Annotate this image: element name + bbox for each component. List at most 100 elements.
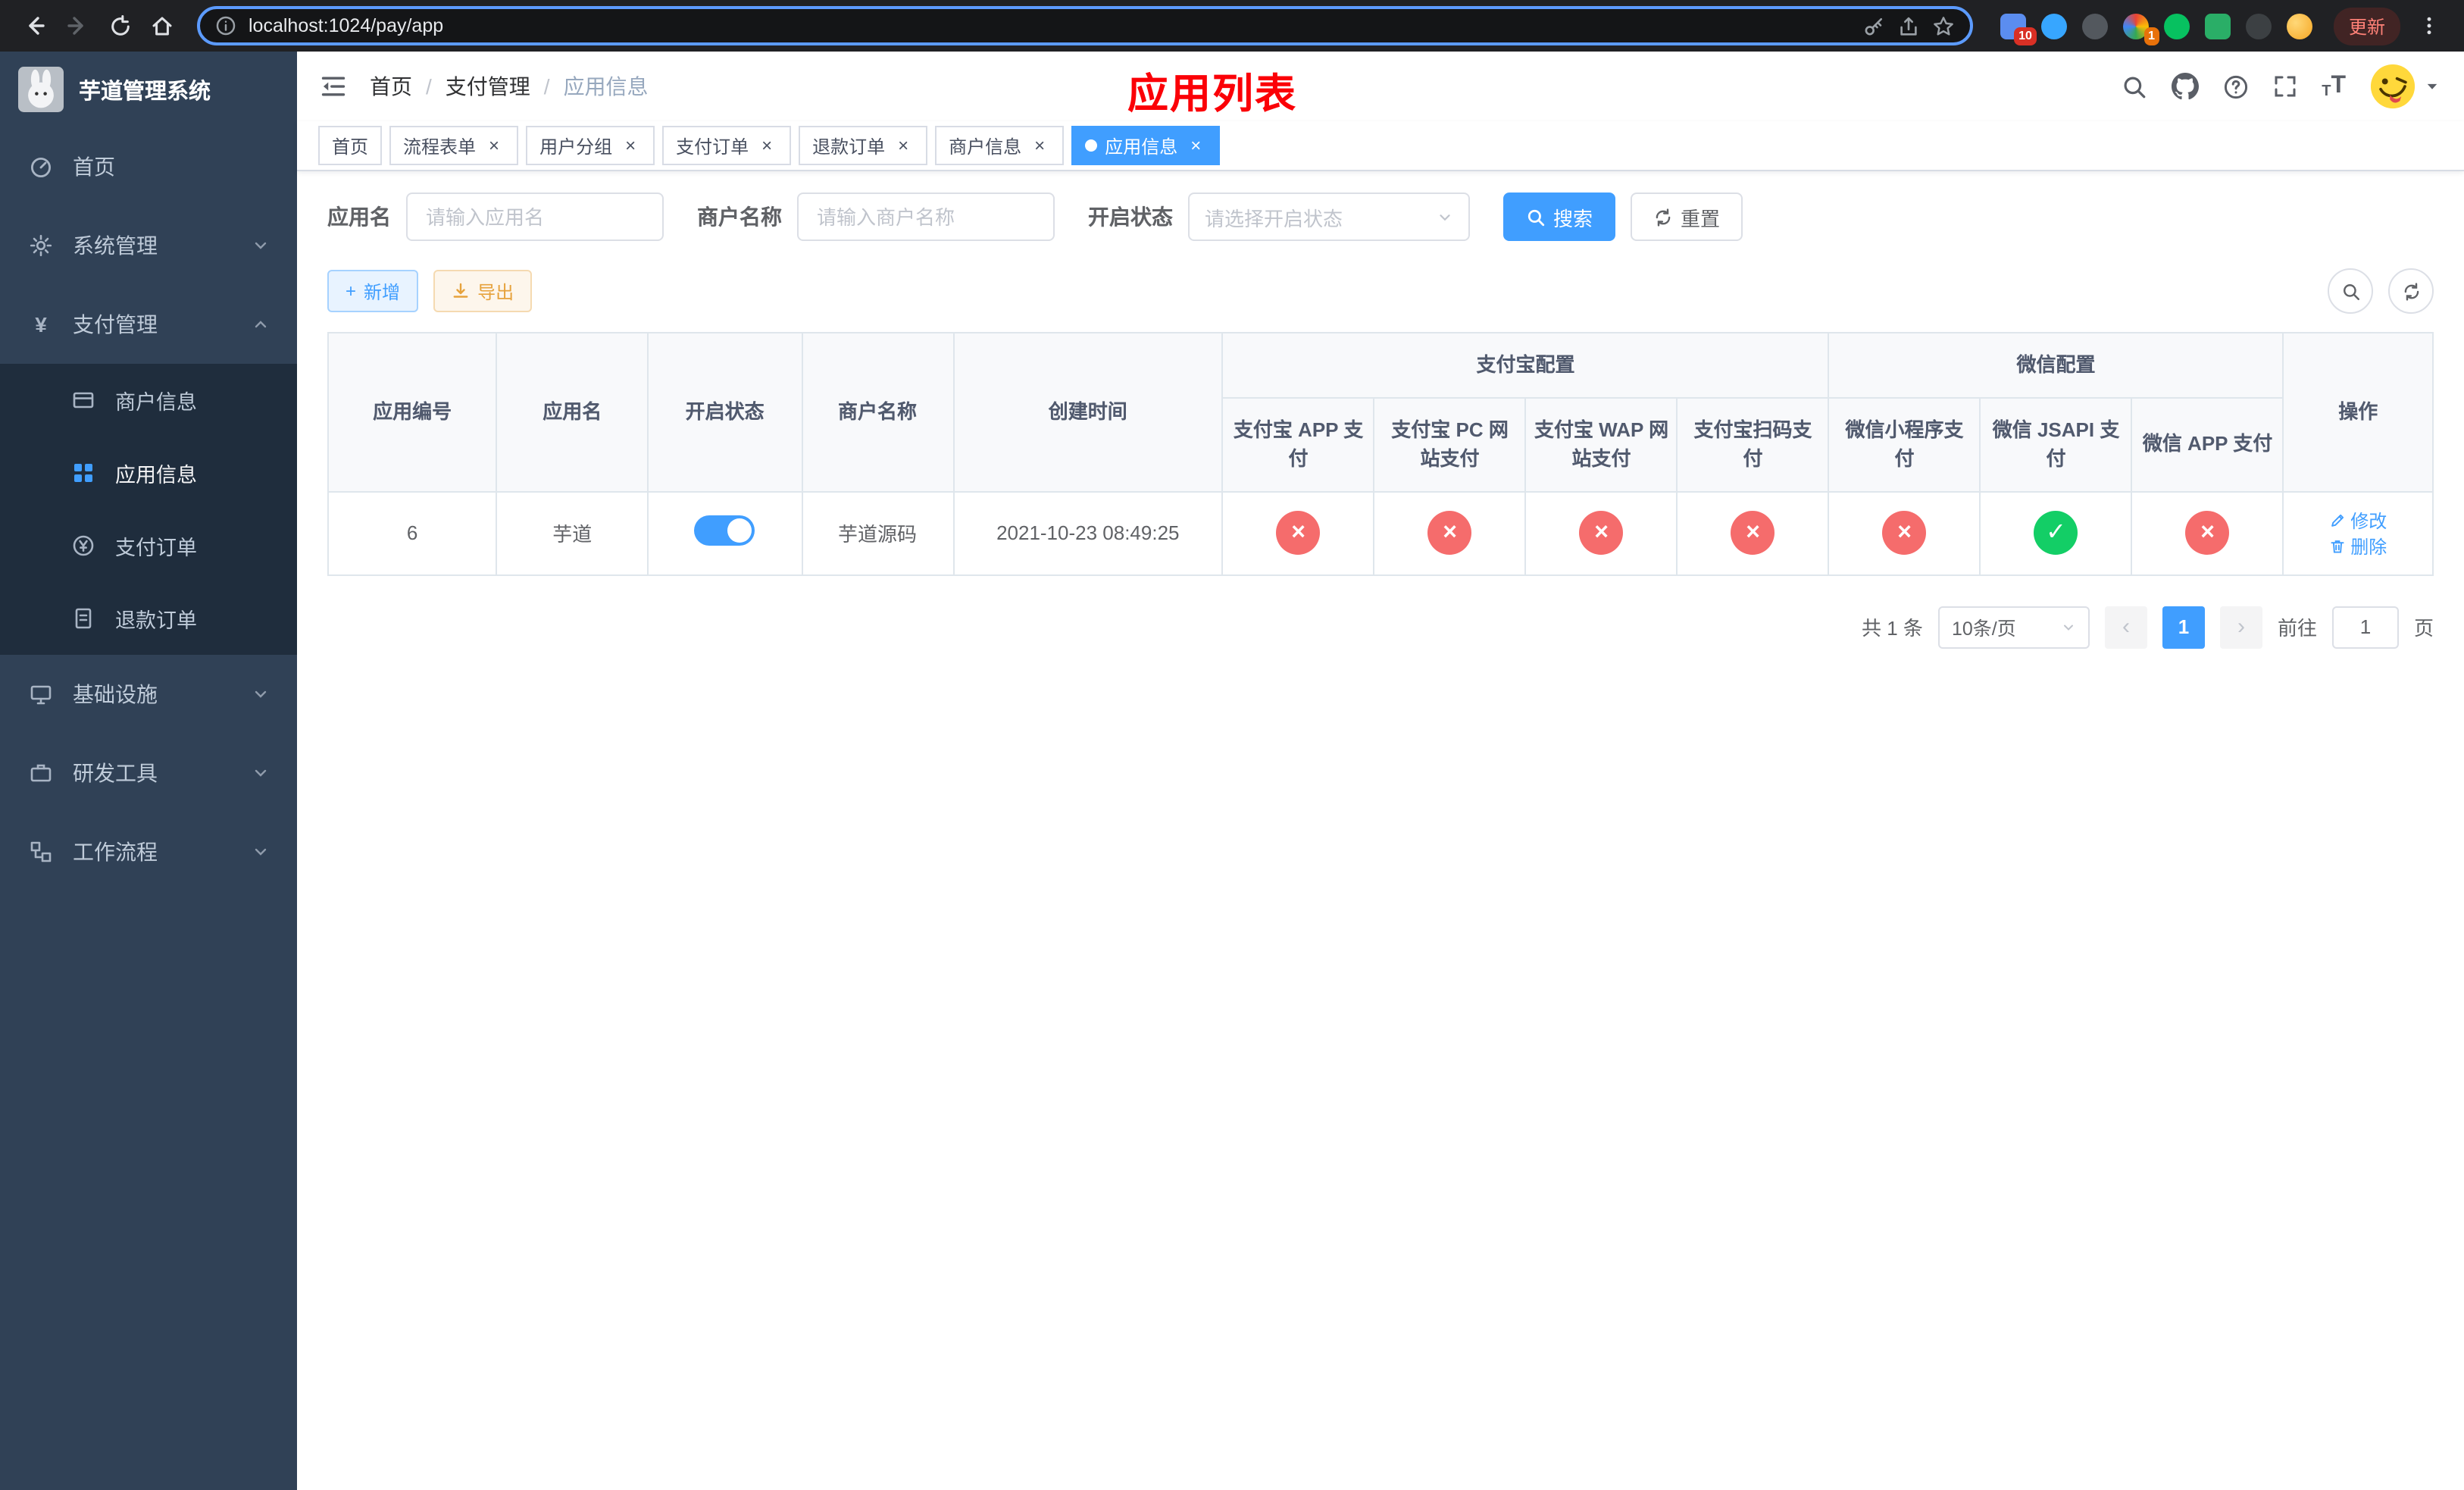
github-icon — [2172, 73, 2200, 100]
tab-home[interactable]: 首页 — [318, 126, 383, 165]
goto-page-input[interactable] — [2331, 606, 2399, 648]
bookmark-star-icon[interactable] — [1932, 14, 1955, 37]
export-button[interactable]: 导出 — [433, 270, 533, 312]
address-bar[interactable]: localhost:1024/pay/app — [197, 6, 1973, 45]
enabled-toggle[interactable] — [694, 515, 755, 546]
app-logo-row[interactable]: 芋道管理系统 — [0, 52, 297, 127]
close-icon[interactable]: × — [756, 135, 777, 156]
prev-page-button[interactable]: ‹ — [2104, 606, 2147, 648]
extension-icon[interactable]: 10 — [2000, 13, 2037, 45]
tab-process-form[interactable]: 流程表单 × — [389, 126, 519, 165]
home-icon — [152, 17, 172, 36]
app-logo — [18, 67, 64, 112]
close-icon[interactable]: × — [483, 135, 505, 156]
password-key-icon[interactable] — [1862, 14, 1885, 37]
share-icon[interactable] — [1897, 14, 1920, 37]
cell-created-at: 2021-10-23 08:49:25 — [952, 490, 1224, 575]
sidebar-item-system[interactable]: 系统管理 — [0, 206, 297, 285]
delete-link[interactable]: 删除 — [2329, 533, 2387, 559]
page-annotation-title: 应用列表 — [1127, 71, 1297, 117]
site-info-icon[interactable] — [215, 15, 236, 36]
extension-icon[interactable] — [2081, 13, 2108, 39]
extension-icon[interactable]: 1 — [2122, 13, 2159, 45]
arrow-left-icon — [29, 17, 45, 35]
sidebar-item-app-info[interactable]: 应用信息 — [0, 437, 297, 509]
fullscreen-button[interactable] — [2273, 74, 2297, 99]
prev-arrow-icon: ‹ — [2122, 614, 2130, 640]
tab-user-group[interactable]: 用户分组 × — [526, 126, 655, 165]
page-size-select[interactable]: 10条/页 — [1937, 606, 2090, 648]
user-menu[interactable] — [2370, 64, 2440, 109]
help-button[interactable] — [2223, 74, 2249, 99]
browser-back-button[interactable] — [15, 6, 55, 45]
yen-icon: ¥ — [35, 312, 47, 337]
breadcrumb-home[interactable]: 首页 — [370, 71, 412, 102]
extension-icon[interactable] — [2204, 13, 2231, 39]
reset-button[interactable]: 重置 — [1631, 193, 1743, 241]
browser-update-button[interactable]: 更新 — [2333, 7, 2400, 45]
collapse-sidebar-button[interactable] — [297, 52, 370, 121]
cell-alipay-pc: × — [1373, 490, 1527, 575]
browser-forward-button[interactable] — [58, 6, 97, 45]
browser-menu-button[interactable] — [2409, 6, 2449, 45]
hamburger-icon — [321, 77, 346, 96]
sidebar-item-refund-orders[interactable]: 退款订单 — [0, 582, 297, 655]
column-header-status: 开启状态 — [647, 332, 803, 492]
edit-link[interactable]: 修改 — [2329, 507, 2387, 533]
close-icon[interactable]: × — [1029, 135, 1050, 156]
export-button-label: 导出 — [477, 281, 514, 302]
status-select-placeholder: 请选择开启状态 — [1205, 207, 1343, 230]
status-label: 开启状态 — [1088, 205, 1173, 229]
font-size-small-icon: T — [2322, 83, 2331, 100]
sidebar-item-workflow[interactable]: 工作流程 — [0, 812, 297, 891]
browser-toolbar: localhost:1024/pay/app 10 1 更新 — [0, 0, 2464, 52]
payment-submenu: 商户信息 应用信息 支付订单 退款订单 — [0, 364, 297, 655]
app-name-input[interactable] — [406, 193, 664, 241]
search-button[interactable]: 搜索 — [1503, 193, 1616, 241]
page-number-button[interactable]: 1 — [2162, 606, 2205, 648]
plus-icon: + — [346, 280, 357, 302]
close-icon[interactable]: × — [1185, 135, 1206, 156]
breadcrumb-payment[interactable]: 支付管理 — [446, 71, 530, 102]
sidebar-item-label: 工作流程 — [73, 840, 158, 864]
merchant-name-input[interactable] — [797, 193, 1055, 241]
sidebar-item-payment[interactable]: ¥ 支付管理 — [0, 285, 297, 364]
chevron-down-icon — [252, 236, 270, 255]
column-header-wechat-mini: 微信小程序支付 — [1828, 396, 1981, 492]
group-header-alipay: 支付宝配置 — [1221, 332, 1830, 398]
extension-icon[interactable] — [2163, 13, 2190, 39]
tab-pay-orders[interactable]: 支付订单 × — [662, 126, 792, 165]
tab-refund-orders[interactable]: 退款订单 × — [799, 126, 928, 165]
extension-icon[interactable] — [2245, 13, 2272, 39]
sidebar-item-pay-orders[interactable]: 支付订单 — [0, 509, 297, 582]
chevron-down-icon — [252, 764, 270, 782]
browser-home-button[interactable] — [142, 6, 182, 45]
github-button[interactable] — [2172, 73, 2200, 100]
tab-app-info[interactable]: 应用信息 × — [1071, 126, 1221, 165]
search-icon — [2343, 283, 2359, 299]
extension-icon[interactable] — [2040, 13, 2067, 39]
gear-icon — [27, 233, 55, 258]
header-search-button[interactable] — [2122, 74, 2147, 99]
tab-merchant-info[interactable]: 商户信息 × — [935, 126, 1065, 165]
browser-reload-button[interactable] — [100, 6, 139, 45]
toggle-search-button[interactable] — [2328, 268, 2373, 314]
sidebar-item-dev-tools[interactable]: 研发工具 — [0, 734, 297, 812]
next-page-button[interactable]: › — [2219, 606, 2262, 648]
sidebar-item-home[interactable]: 首页 — [0, 127, 297, 206]
sidebar-item-merchant-info[interactable]: 商户信息 — [0, 364, 297, 437]
browser-profile-avatar[interactable] — [2286, 13, 2312, 39]
status-select[interactable]: 请选择开启状态 — [1188, 193, 1470, 241]
app-name-label: 应用名 — [327, 205, 391, 229]
search-button-label: 搜索 — [1553, 207, 1593, 230]
sidebar: 芋道管理系统 首页 系统管理 ¥ 支付管理 商户信息 应用信息 支付订单 退款订… — [0, 52, 297, 1490]
add-button[interactable]: + 新增 — [327, 270, 419, 312]
refresh-table-button[interactable] — [2388, 268, 2434, 314]
font-size-button[interactable]: TT — [2322, 73, 2346, 100]
app-title: 芋道管理系统 — [79, 80, 211, 104]
sidebar-item-infrastructure[interactable]: 基础设施 — [0, 655, 297, 734]
close-icon[interactable]: × — [620, 135, 641, 156]
status-disabled-icon: × — [1882, 511, 1927, 555]
chevron-down-icon — [252, 685, 270, 703]
close-icon[interactable]: × — [893, 135, 914, 156]
